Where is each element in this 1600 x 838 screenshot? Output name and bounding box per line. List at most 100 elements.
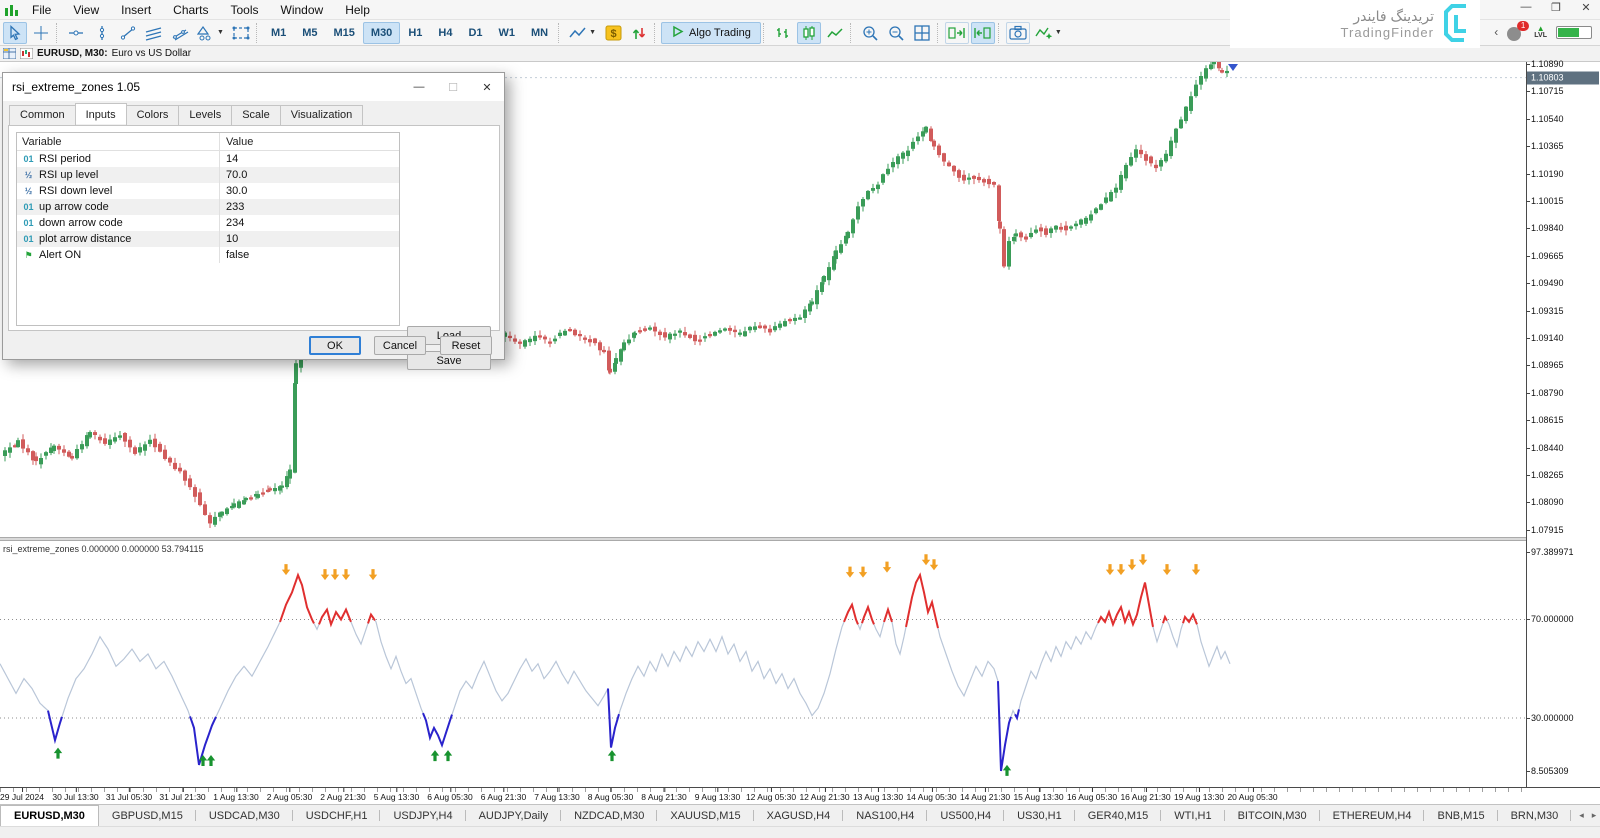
chart-tab-usdchf[interactable]: USDCHF,H1 [293,805,381,826]
trendline-tool-button[interactable] [116,22,140,44]
horizontal-line-tool-button[interactable] [64,22,88,44]
indicators-wizard-button[interactable]: ▼ [1032,22,1065,44]
menu-help[interactable]: Help [334,1,381,19]
trendline-tool-icon [120,25,136,41]
reset-button[interactable]: Reset [440,336,492,355]
chart-tab-ger40[interactable]: GER40,M15 [1075,805,1162,826]
input-value[interactable]: 14 [220,153,399,165]
andrews-pitchfork-tool-button[interactable] [168,22,192,44]
notifications-icon[interactable]: 1 [1507,24,1525,40]
menu-tools[interactable]: Tools [220,1,270,19]
input-row-up-arrow-code[interactable]: 01up arrow code233 [17,199,399,215]
cancel-button[interactable]: Cancel [374,336,426,355]
menu-charts[interactable]: Charts [162,1,219,19]
dialog-tab-inputs[interactable]: Inputs [75,103,127,124]
input-row-rsi-down-level[interactable]: ½RSI down level30.0 [17,183,399,199]
chart-tab-bnb[interactable]: BNB,M15 [1424,805,1497,826]
dialog-close-icon[interactable]: ✕ [470,74,504,100]
rsi-line-norm [1167,621,1183,647]
menu-file[interactable]: File [21,1,62,19]
restore-window-icon[interactable]: ❐ [1548,1,1564,14]
input-row-alert-on[interactable]: ⚑Alert ONfalse [17,247,399,263]
dialog-tab-scale[interactable]: Scale [231,105,281,126]
input-value[interactable]: 10 [220,233,399,245]
cursor-pointer-button[interactable] [3,22,27,44]
rectangle-tool-button[interactable] [229,22,253,44]
dialog-tab-common[interactable]: Common [9,105,76,126]
chart-tab-brn[interactable]: BRN,M30 [1498,805,1572,826]
timeframe-w1[interactable]: W1 [491,22,524,44]
input-row-rsi-period[interactable]: 01RSI period14 [17,151,399,167]
dropdown-caret-icon[interactable]: ▼ [589,29,596,36]
tab-scroll-right-icon[interactable]: ▸ [1592,810,1597,821]
timeframe-m30[interactable]: M30 [363,22,400,44]
shapes-tool-button[interactable]: ▼ [194,22,227,44]
input-row-down-arrow-code[interactable]: 01down arrow code234 [17,215,399,231]
line-chart-button[interactable] [823,22,847,44]
close-window-icon[interactable]: ✕ [1578,1,1594,14]
chart-tab-usdjpy[interactable]: USDJPY,H4 [380,805,465,826]
dropdown-caret-icon[interactable]: ▼ [217,29,224,36]
input-value[interactable]: 234 [220,217,399,229]
timeframe-h4[interactable]: H4 [430,22,460,44]
tab-scroll-left-icon[interactable]: ◂ [1579,810,1584,821]
chart-tab-gbpusd[interactable]: GBPUSD,M15 [99,805,196,826]
auto-scroll-button[interactable] [971,22,995,44]
ok-button[interactable]: OK [309,336,361,355]
chart-tab-eurusd[interactable]: EURUSD,M30 [0,805,99,826]
algo-trading-button[interactable]: Algo Trading [661,22,761,44]
timeframe-h1[interactable]: H1 [400,22,430,44]
zoom-in-button[interactable] [858,22,882,44]
input-value[interactable]: 70.0 [220,169,399,181]
scroll-to-end-button[interactable] [945,22,969,44]
minimize-window-icon[interactable]: — [1518,1,1534,14]
chart-tab-ethereum[interactable]: ETHEREUM,H4 [1320,805,1425,826]
tile-windows-button[interactable] [910,22,934,44]
input-row-plot-arrow-distance[interactable]: 01plot arrow distance10 [17,231,399,247]
menu-insert[interactable]: Insert [110,1,162,19]
time-scale[interactable]: 29 Jul 202430 Jul 13:3031 Jul 05:3031 Ju… [0,787,1600,804]
dropdown-caret-icon[interactable]: ▼ [1055,29,1062,36]
camera-screenshot-button[interactable] [1006,22,1030,44]
candles-chart-button[interactable] [797,22,821,44]
new-order-dollar-button[interactable]: $ [601,22,625,44]
inputs-table[interactable]: VariableValue01RSI period14½RSI up level… [16,132,400,326]
menu-view[interactable]: View [62,1,110,19]
price-tick: 1.09490 [1531,278,1564,288]
timeframe-mn[interactable]: MN [523,22,556,44]
dialog-tab-visualization[interactable]: Visualization [280,105,364,126]
timeframe-m1[interactable]: M1 [263,22,294,44]
menu-window[interactable]: Window [270,1,335,19]
dialog-tab-levels[interactable]: Levels [178,105,232,126]
input-value[interactable]: false [220,249,399,261]
bars-chart-button[interactable] [771,22,795,44]
chart-type-line-button[interactable]: ▼ [566,22,599,44]
tradingfinder-logo-icon [1442,3,1476,46]
chart-tab-audjpy[interactable]: AUDJPY,Daily [466,805,562,826]
chart-tab-xauusd[interactable]: XAUUSD,M15 [657,805,753,826]
buy-sell-arrows-button[interactable] [627,22,651,44]
equidistant-channel-tool-button[interactable] [142,22,166,44]
zoom-out-button[interactable] [884,22,908,44]
chart-tab-wti[interactable]: WTI,H1 [1161,805,1224,826]
chart-tab-us500[interactable]: US500,H4 [927,805,1004,826]
dialog-tab-colors[interactable]: Colors [126,105,180,126]
chart-tab-nas100[interactable]: NAS100,H4 [843,805,927,826]
rsi-indicator-pane[interactable] [0,541,1526,787]
chart-tab-nzdcad[interactable]: NZDCAD,M30 [561,805,657,826]
timeframe-m15[interactable]: M15 [326,22,363,44]
chart-tab-us30[interactable]: US30,H1 [1004,805,1075,826]
dialog-minimize-icon[interactable]: — [402,74,436,100]
input-value[interactable]: 30.0 [220,185,399,197]
timeframe-d1[interactable]: D1 [460,22,490,44]
chart-tab-usdcad[interactable]: USDCAD,M30 [196,805,293,826]
vertical-line-tool-button[interactable] [90,22,114,44]
crosshair-button[interactable] [29,22,53,44]
chart-tab-xagusd[interactable]: XAGUSD,H4 [754,805,844,826]
timeframe-m5[interactable]: M5 [294,22,325,44]
input-value[interactable]: 233 [220,201,399,213]
collapse-toolbar-icon[interactable]: ‹ [1494,25,1498,39]
input-row-rsi-up-level[interactable]: ½RSI up level70.0 [17,167,399,183]
chart-tab-bitcoin[interactable]: BITCOIN,M30 [1225,805,1320,826]
dialog-titlebar[interactable]: rsi_extreme_zones 1.05 — ☐ ✕ [3,73,504,101]
